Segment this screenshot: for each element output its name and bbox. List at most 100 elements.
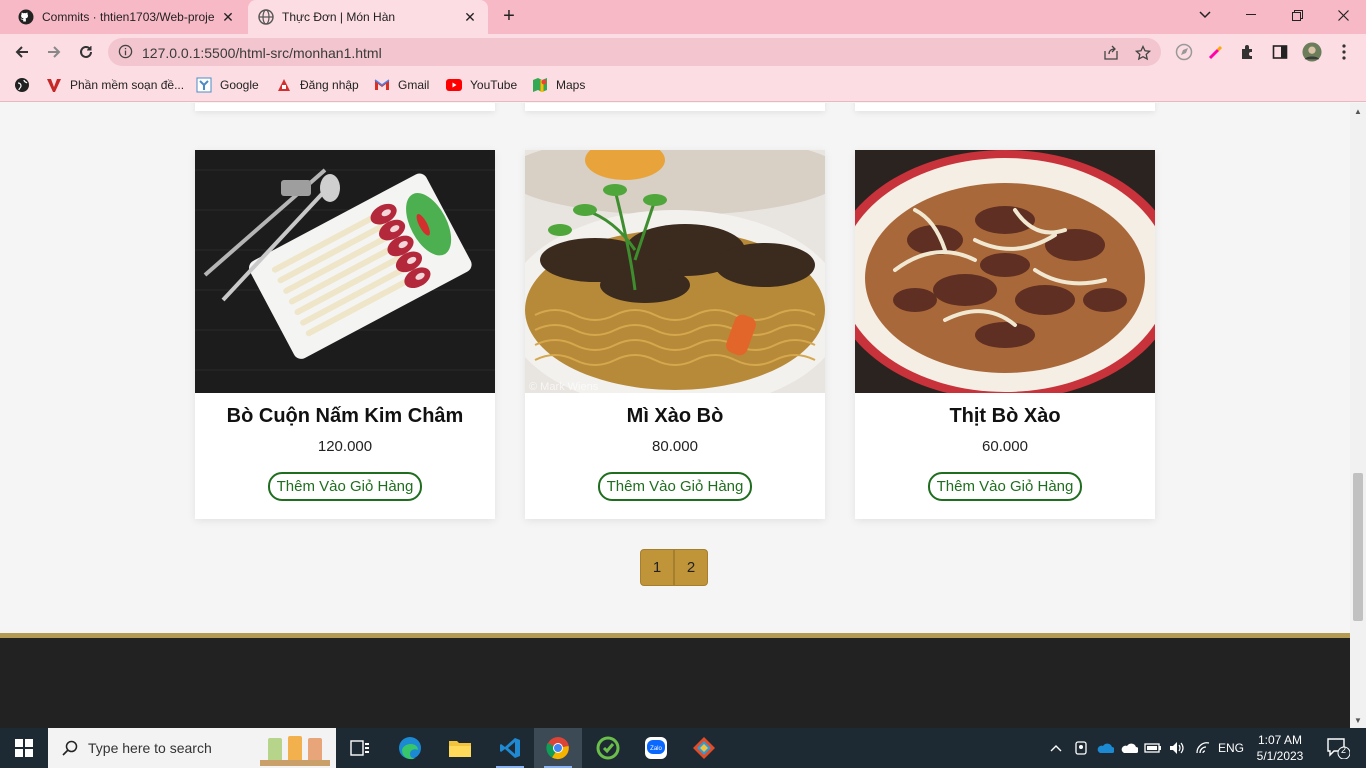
close-tab-icon[interactable]: ✕ — [220, 9, 236, 26]
windows-start-icon[interactable] — [0, 728, 48, 768]
bookmark-item[interactable]: Đăng nhập — [276, 77, 359, 93]
maps-icon — [532, 77, 548, 93]
dish-photo-beef-enoki — [195, 150, 495, 393]
taskbar-search-box[interactable]: Type here to search — [48, 728, 336, 768]
clock-time: 1:07 AM — [1257, 733, 1303, 747]
dish-name: Thịt Bò Xào — [949, 405, 1061, 427]
edge-browser-icon[interactable] — [386, 728, 434, 768]
git-kraken-icon[interactable] — [680, 728, 728, 768]
address-url: 127.0.0.1:5500/html-src/monhan1.html — [142, 45, 382, 61]
dish-price: 120.000 — [317, 438, 373, 455]
site-info-icon[interactable] — [118, 44, 133, 64]
vscode-icon[interactable] — [486, 728, 534, 768]
page-1-button[interactable]: 1 — [640, 549, 674, 586]
notification-count: 2 — [1341, 745, 1347, 755]
scroll-down-arrow-icon[interactable]: ▼ — [1350, 712, 1366, 728]
bookmark-star-icon[interactable] — [1134, 44, 1152, 62]
back-arrow-icon[interactable] — [10, 40, 34, 64]
tab-github-commits[interactable]: Commits · thtien1703/Web-proje ✕ — [8, 0, 246, 34]
login-icon — [276, 77, 292, 93]
address-bar[interactable]: 127.0.0.1:5500/html-src/monhan1.html — [108, 38, 1161, 66]
page-2-button[interactable]: 2 — [674, 549, 708, 586]
dish-name: Mì Xào Bò — [626, 405, 724, 427]
scroll-up-arrow-icon[interactable]: ▲ — [1350, 103, 1366, 119]
tab-title: Thực Đơn | Món Hàn — [282, 10, 396, 24]
share-icon[interactable] — [1102, 44, 1120, 62]
gmail-icon — [374, 77, 390, 93]
windows-taskbar: Type here to search Zalo ENG 1:07 AM 5/1… — [0, 728, 1366, 768]
onedrive-sync-icon[interactable] — [1118, 728, 1140, 768]
globe-icon — [258, 9, 274, 25]
bookmark-item[interactable]: Gmail — [374, 77, 429, 93]
pagination: 1 2 — [640, 549, 708, 586]
file-explorer-icon[interactable] — [436, 728, 484, 768]
menu-card: Bò Cuộn Nấm Kim Châm 120.000 Thêm Vào Gi… — [195, 150, 495, 519]
extensions-puzzle-icon[interactable] — [1238, 42, 1258, 62]
compass-extension-icon[interactable] — [1174, 42, 1194, 62]
dish-photo-stir-fried-beef — [855, 150, 1155, 393]
bookmark-item[interactable]: Google — [196, 77, 259, 93]
coccoc-app-icon[interactable] — [584, 728, 632, 768]
chrome-browser-icon[interactable] — [534, 728, 582, 768]
chrome-menu-icon[interactable] — [1334, 42, 1354, 62]
close-window-icon[interactable] — [1320, 0, 1366, 30]
battery-icon[interactable] — [1142, 728, 1164, 768]
bookmark-label: Đăng nhập — [300, 78, 359, 92]
add-to-cart-button[interactable]: Thêm Vào Giỏ Hàng — [267, 472, 423, 501]
menu-card-partial — [195, 103, 495, 111]
add-to-cart-button[interactable]: Thêm Vào Giỏ Hàng — [927, 472, 1083, 501]
color-picker-extension-icon[interactable] — [1206, 42, 1226, 62]
bookmark-label: Gmail — [398, 78, 430, 92]
reload-icon[interactable] — [74, 40, 98, 64]
taskbar-clock[interactable]: 1:07 AM 5/1/2023 — [1250, 732, 1310, 764]
wifi-icon[interactable] — [1192, 728, 1214, 768]
tab-strip: Commits · thtien1703/Web-proje ✕ Thực Đơ… — [0, 0, 1366, 34]
browser-toolbar: 127.0.0.1:5500/html-src/monhan1.html — [0, 34, 1366, 70]
bookmark-label: Phần mềm soạn đề... — [70, 78, 185, 92]
bookmark-item[interactable]: Maps — [532, 77, 585, 93]
page-scrollbar[interactable]: ▲ ▼ — [1350, 103, 1366, 728]
page-footer — [0, 638, 1350, 728]
restore-icon[interactable] — [1274, 0, 1320, 30]
new-tab-button[interactable]: + — [498, 6, 520, 28]
bookmark-item[interactable]: YouTube — [446, 77, 517, 93]
notification-center-icon[interactable]: 2 — [1318, 728, 1358, 768]
meet-now-icon[interactable] — [1070, 728, 1092, 768]
bookmarks-bar: Phần mềm soạn đề... Google Đăng nhập Gma… — [0, 70, 1366, 102]
add-to-cart-button[interactable]: Thêm Vào Giỏ Hàng — [597, 472, 753, 501]
svg-text:© Mark Wiens: © Mark Wiens — [529, 381, 599, 393]
menu-card-partial — [855, 103, 1155, 111]
profile-avatar[interactable] — [1302, 42, 1322, 62]
bookmark-label: Maps — [556, 78, 586, 92]
onedrive-icon[interactable] — [1094, 728, 1116, 768]
side-panel-icon[interactable] — [1270, 42, 1290, 62]
task-view-icon[interactable] — [336, 728, 384, 768]
zalo-icon[interactable]: Zalo — [632, 728, 680, 768]
forward-arrow-icon[interactable] — [42, 40, 66, 64]
google-icon — [196, 77, 212, 93]
dish-price: 60.000 — [982, 438, 1028, 455]
bubble-tea-icon — [260, 736, 330, 766]
scrollbar-thumb[interactable] — [1353, 473, 1363, 621]
globe-icon — [14, 77, 30, 93]
minimize-icon[interactable] — [1228, 0, 1274, 30]
tab-menu-page[interactable]: Thực Đơn | Món Hàn ✕ — [248, 0, 488, 34]
page-viewport: Bò Cuộn Nấm Kim Châm 120.000 Thêm Vào Gi… — [0, 103, 1350, 728]
dish-name: Bò Cuộn Nấm Kim Châm — [226, 405, 464, 427]
search-placeholder: Type here to search — [88, 740, 212, 756]
tab-title: Commits · thtien1703/Web-proje — [42, 10, 215, 24]
youtube-icon — [446, 77, 462, 93]
bookmark-item[interactable]: Phần mềm soạn đề... — [46, 77, 184, 93]
dish-photo-stir-fried-noodles: © Mark Wiens — [525, 150, 825, 393]
menu-card: Thịt Bò Xào 60.000 Thêm Vào Giỏ Hàng — [855, 150, 1155, 519]
show-hidden-icons-chevron-icon[interactable] — [1046, 728, 1066, 768]
volume-icon[interactable] — [1166, 728, 1188, 768]
menu-card: © Mark Wiens Mì Xào Bò 80.000 Thêm Vào G… — [525, 150, 825, 519]
close-tab-icon[interactable]: ✕ — [462, 9, 478, 26]
input-language[interactable]: ENG — [1214, 728, 1248, 768]
bookmark-label: YouTube — [470, 78, 518, 92]
dish-price: 80.000 — [652, 438, 698, 455]
bookmark-world[interactable] — [14, 77, 38, 93]
tab-search-icon[interactable] — [1182, 0, 1228, 30]
bookmark-label: Google — [220, 78, 259, 92]
